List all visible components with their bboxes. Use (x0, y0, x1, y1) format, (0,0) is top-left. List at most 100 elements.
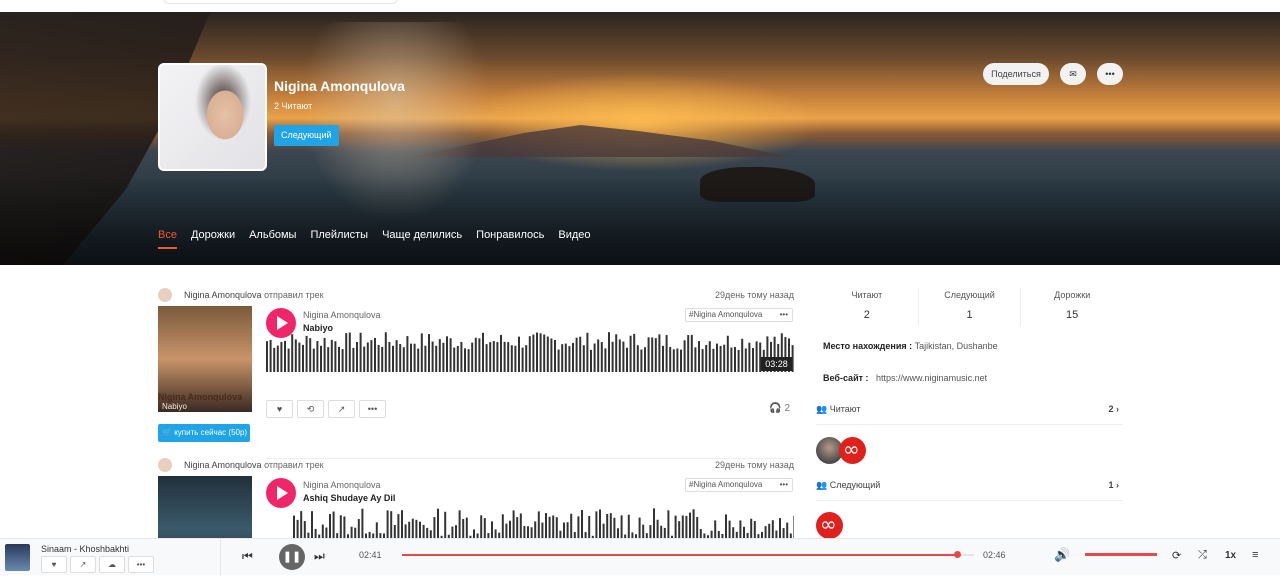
queue-button[interactable]: ≡ (1252, 549, 1258, 561)
tab-playlists[interactable]: Плейлисты (310, 229, 368, 249)
volume-button[interactable]: 🔊 (1054, 547, 1070, 563)
heart-icon: ♥ (51, 560, 57, 569)
player-share-button[interactable]: ↗ (70, 556, 96, 573)
waveform-bar (629, 335, 632, 372)
waveform-bar (681, 515, 684, 538)
like-button[interactable]: ♥ (266, 400, 293, 418)
waveform-bar (627, 514, 630, 538)
post-author[interactable]: Nigina Amonqulova (184, 460, 262, 470)
followers-count-label: 2 Читают (274, 101, 313, 111)
speed-button[interactable]: 1x (1225, 550, 1236, 561)
top-bar (0, 0, 1280, 12)
now-playing-thumb[interactable] (5, 544, 30, 571)
more-button[interactable]: ••• (1097, 63, 1123, 85)
stat-tracks[interactable]: Дорожки 15 (1021, 288, 1123, 326)
followers-section-header[interactable]: 👥 Читают 2 › (816, 404, 1123, 418)
waveform-bar (633, 333, 636, 372)
more-dots-icon: ••• (367, 404, 378, 414)
message-button[interactable]: ✉ (1060, 63, 1086, 85)
waveform-bar (579, 336, 582, 372)
waveform-bar (563, 522, 565, 538)
stat-label: Дорожки (1054, 290, 1091, 300)
waveform-bar (462, 519, 465, 538)
player-track-actions: ♥ ↗ ☁ ••• (41, 556, 154, 573)
track-tag[interactable]: #Nigina Amonqulova ••• (685, 308, 793, 322)
follow-button[interactable]: Следующий (274, 125, 339, 146)
tab-video[interactable]: Видео (558, 229, 590, 249)
repost-button[interactable]: ⟲ (297, 400, 324, 418)
repeat-button[interactable]: ⟳ (1172, 549, 1181, 562)
follower-avatar[interactable] (839, 437, 866, 464)
track-artist[interactable]: Nigina Amonqulova (303, 310, 381, 320)
tab-albums[interactable]: Альбомы (249, 229, 296, 249)
track-cover[interactable]: Nigina Amonqulova Nabiyo (158, 306, 252, 412)
waveform-bar (717, 531, 720, 538)
following-heading: Следующий (829, 480, 881, 490)
waveform-bar (309, 338, 312, 372)
section-divider (816, 500, 1123, 501)
track-tag[interactable]: #Nigina Amonqulova ••• (685, 478, 793, 492)
progress-bar[interactable] (402, 551, 974, 558)
waveform-bar (455, 525, 457, 538)
waveform-bar (665, 335, 668, 372)
waveform-bar (474, 337, 477, 372)
waveform-bar (771, 520, 774, 538)
waveform[interactable] (266, 332, 794, 372)
play-button[interactable] (266, 478, 296, 508)
waveform-bar (512, 510, 515, 538)
waveform-bar (357, 519, 360, 538)
more-actions-button[interactable]: ••• (359, 400, 386, 418)
search-bar-fragment[interactable] (163, 0, 398, 4)
track-artist[interactable]: Nigina Amonqulova (303, 480, 381, 490)
next-button[interactable]: ⏭ (314, 549, 325, 564)
track-actions: ♥ ⟲ ↗ ••• (266, 400, 386, 418)
track-cover[interactable] (158, 476, 252, 538)
player-separator (220, 539, 221, 576)
waveform-bar (716, 343, 718, 372)
skip-previous-icon: ⏮ (242, 549, 253, 563)
waveform-bar (494, 529, 497, 538)
pause-button[interactable]: ❚❚ (279, 544, 305, 570)
waveform-bar (741, 338, 744, 372)
waveform-bar (419, 521, 421, 538)
player-download-button[interactable]: ☁ (99, 556, 125, 573)
waveform-bar (375, 522, 378, 538)
tab-liked[interactable]: Понравилось (476, 229, 544, 249)
shuffle-button[interactable]: ⤮ (1198, 549, 1207, 562)
waveform-bar (296, 519, 299, 538)
waveform-bar (377, 344, 380, 372)
waveform-bar (411, 518, 414, 538)
progress-handle[interactable] (953, 551, 961, 558)
now-playing-title[interactable]: Sinaam - Khoshbakhti (41, 544, 129, 554)
following-section-header[interactable]: 👥 Следующий 1 › (816, 480, 1123, 494)
pause-icon: ❚❚ (282, 551, 302, 563)
author-avatar[interactable] (158, 288, 172, 302)
volume-slider[interactable] (1085, 553, 1157, 556)
waveform-bar (527, 526, 529, 538)
stat-followers[interactable]: Читают 2 (816, 288, 919, 326)
buy-button[interactable]: 🛒 купить сейчас (50р) (158, 424, 250, 442)
waveform[interactable] (293, 502, 794, 538)
player-like-button[interactable]: ♥ (41, 556, 67, 573)
previous-button[interactable]: ⏮ (242, 549, 253, 564)
waveform-bar (442, 342, 445, 372)
post-author[interactable]: Nigina Amonqulova (184, 290, 262, 300)
waveform-bar (588, 516, 591, 538)
waveform-bar (291, 334, 294, 372)
waveform-bar (483, 518, 486, 538)
share-track-button[interactable]: ↗ (328, 400, 355, 418)
stat-following[interactable]: Следующий 1 (919, 288, 1022, 326)
tab-most-shared[interactable]: Чаще делились (382, 229, 462, 249)
buy-label: купить сейчас (50р) (174, 428, 248, 437)
player-more-button[interactable]: ••• (128, 556, 154, 573)
waveform-bar (739, 520, 742, 538)
website-link[interactable]: https://www.niginamusic.net (876, 373, 987, 383)
following-avatar[interactable] (816, 512, 843, 539)
chevron-right-icon: › (1116, 480, 1119, 490)
tab-all[interactable]: Все (158, 229, 177, 249)
waveform-bar (680, 349, 682, 372)
waveform-bar (552, 515, 555, 538)
tab-tracks[interactable]: Дорожки (191, 229, 235, 249)
share-button[interactable]: Поделиться (983, 63, 1049, 85)
author-avatar[interactable] (158, 458, 172, 472)
